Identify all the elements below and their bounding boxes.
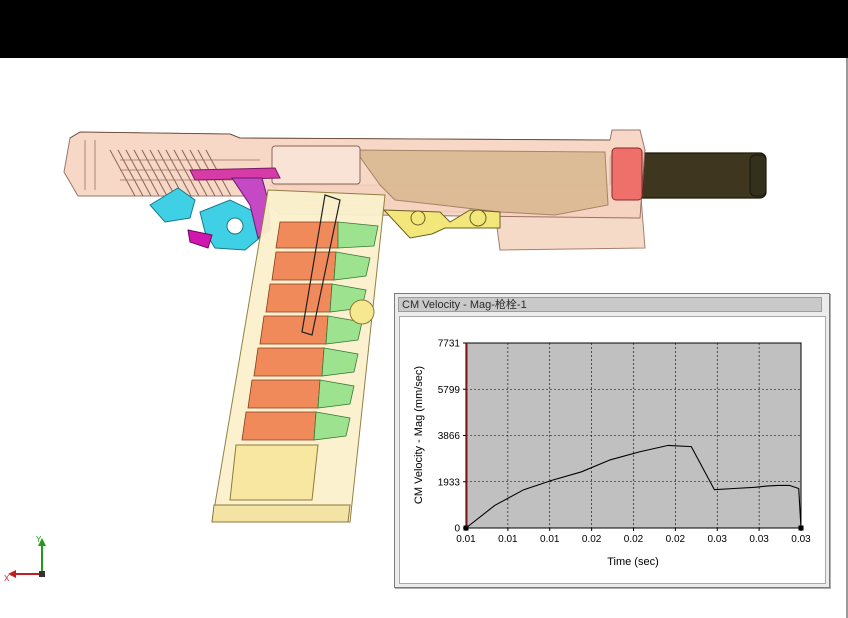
barrel-muzzle[interactable]	[749, 154, 767, 197]
magazine-spring[interactable]	[229, 444, 319, 501]
magazine-catch[interactable]	[349, 299, 375, 325]
x-tick-label: 0.01	[540, 534, 560, 545]
series-endpoint-marker	[798, 525, 804, 531]
ejection-port[interactable]	[271, 145, 361, 185]
x-tick-label: 0.02	[666, 534, 686, 545]
x-tick-label: 0.01	[456, 534, 476, 545]
y-tick-label: 5799	[438, 385, 461, 396]
x-tick-label: 0.03	[791, 534, 811, 545]
series-endpoint-marker	[463, 525, 469, 531]
x-axis-ticks: 0.01 0.01 0.01 0.02 0.02 0.02 0.03 0.03 0.03	[456, 528, 811, 545]
triad-y-label: Y	[36, 535, 42, 544]
y-tick-label: 7731	[438, 339, 461, 350]
plot-window[interactable]: CM Velocity - Mag-枪栓-1 0 1933 3866 5799 7731…	[394, 293, 830, 588]
hammer-pin[interactable]	[226, 217, 244, 235]
y-tick-label: 3866	[438, 431, 461, 442]
y-tick-label: 1933	[438, 477, 461, 488]
slide-front-block[interactable]	[611, 147, 643, 201]
plot-area[interactable]: 0 1933 3866 5799 7731 0.01 0.01 0.01 0.02 0.02 0.…	[399, 316, 826, 584]
coordinate-triad: Y X	[4, 535, 46, 583]
x-tick-label: 0.03	[708, 534, 728, 545]
x-axis-label: Time (sec)	[607, 556, 659, 568]
x-tick-label: 0.03	[749, 534, 769, 545]
x-tick-label: 0.02	[582, 534, 602, 545]
velocity-chart[interactable]: 01933386657997731 0.01 0.01 0.01 0.02 0.02 0.…	[400, 317, 825, 583]
y-tick-label: 0	[454, 524, 460, 535]
x-tick-label: 0.02	[624, 534, 644, 545]
y-axis-ticks: 0 1933 3866 5799 7731	[438, 339, 466, 535]
takedown-pin[interactable]	[469, 209, 487, 227]
slide-stop-pin[interactable]	[410, 210, 426, 226]
top-black-bar	[0, 0, 848, 58]
x-tick-label: 0.01	[498, 534, 518, 545]
y-axis-label: CM Velocity - Mag (mm/sec)	[413, 366, 425, 504]
triad-origin	[39, 571, 45, 577]
triad-x-label: X	[4, 574, 10, 583]
magazine-baseplate[interactable]	[211, 504, 351, 523]
plot-window-title[interactable]: CM Velocity - Mag-枪栓-1	[398, 297, 822, 312]
